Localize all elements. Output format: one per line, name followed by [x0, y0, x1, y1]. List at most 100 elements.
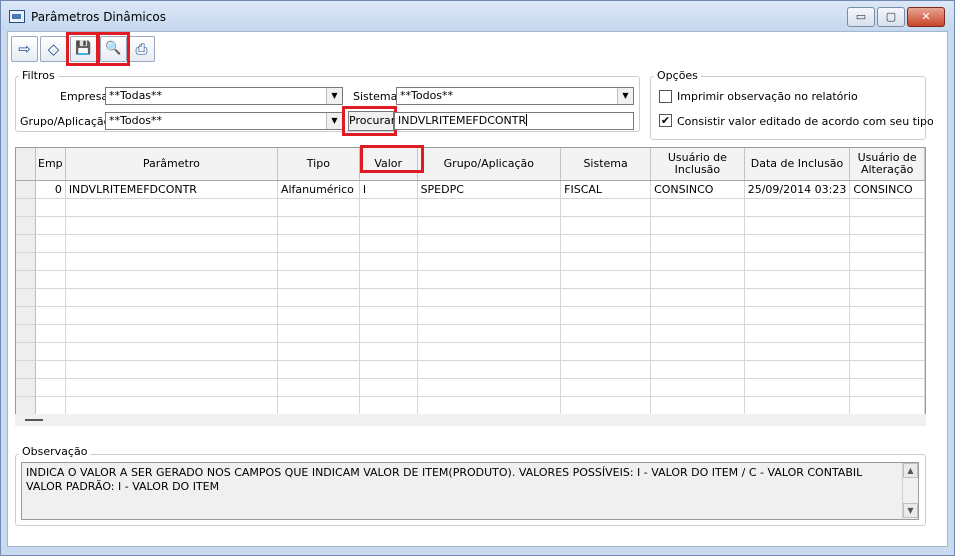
table-cell[interactable]	[359, 216, 418, 235]
chevron-down-icon[interactable]: ▼	[326, 113, 342, 129]
table-cell[interactable]: FISCAL	[560, 180, 652, 199]
save-button[interactable]: 💾	[70, 36, 97, 62]
table-cell[interactable]	[744, 342, 851, 361]
column-header-par-metro[interactable]: Parâmetro	[65, 148, 278, 181]
close-button[interactable]: ✕	[907, 7, 945, 27]
table-cell[interactable]	[35, 396, 66, 415]
table-cell[interactable]	[277, 324, 360, 343]
table-cell[interactable]	[417, 342, 562, 361]
title-bar[interactable]: Parâmetros Dinâmicos ▭ ▢ ✕	[1, 1, 954, 31]
procurar-button[interactable]: Procurar	[348, 111, 395, 131]
row-indicator[interactable]	[16, 234, 36, 253]
table-cell[interactable]	[277, 342, 360, 361]
table-cell[interactable]	[744, 270, 851, 289]
table-cell[interactable]	[359, 252, 418, 271]
table-cell[interactable]	[65, 324, 278, 343]
table-cell[interactable]	[417, 216, 562, 235]
table-cell[interactable]: I	[359, 180, 418, 199]
table-cell[interactable]	[560, 198, 652, 217]
table-cell[interactable]	[744, 360, 851, 379]
table-cell[interactable]	[417, 360, 562, 379]
table-cell[interactable]	[560, 216, 652, 235]
table-cell[interactable]	[560, 252, 652, 271]
table-cell[interactable]	[65, 288, 278, 307]
table-cell[interactable]	[277, 360, 360, 379]
table-cell[interactable]	[65, 342, 278, 361]
table-cell[interactable]: 0	[35, 180, 66, 199]
scroll-thumb[interactable]	[25, 419, 43, 421]
table-cell[interactable]	[650, 198, 745, 217]
table-cell[interactable]	[35, 378, 66, 397]
table-cell[interactable]	[417, 270, 562, 289]
table-row[interactable]	[16, 288, 925, 307]
exit-button[interactable]: ⇨	[11, 36, 38, 62]
table-cell[interactable]	[560, 306, 652, 325]
scroll-down-icon[interactable]: ▼	[903, 503, 918, 518]
table-row[interactable]	[16, 252, 925, 271]
parameters-grid[interactable]: Emp Parâmetro Tipo Valor Grupo/Aplicação Sist…	[15, 147, 926, 423]
clear-button[interactable]: ◇	[40, 36, 67, 62]
table-cell[interactable]	[849, 252, 925, 271]
table-cell[interactable]	[35, 234, 66, 253]
table-cell[interactable]	[359, 378, 418, 397]
row-indicator[interactable]	[16, 306, 36, 325]
row-indicator[interactable]	[16, 198, 36, 217]
table-row[interactable]	[16, 396, 925, 415]
table-cell[interactable]	[65, 270, 278, 289]
table-cell[interactable]	[849, 288, 925, 307]
table-cell[interactable]	[65, 216, 278, 235]
table-cell[interactable]	[849, 270, 925, 289]
row-indicator[interactable]	[16, 216, 36, 235]
table-cell[interactable]	[35, 288, 66, 307]
table-cell[interactable]	[744, 378, 851, 397]
row-indicator[interactable]	[16, 378, 36, 397]
table-cell[interactable]	[417, 252, 562, 271]
table-cell[interactable]	[35, 360, 66, 379]
table-cell[interactable]	[650, 378, 745, 397]
sistema-combo[interactable]: **Todos** ▼	[396, 87, 634, 105]
column-header-data-de-inclus-o[interactable]: Data de Inclusão	[744, 148, 851, 181]
table-cell[interactable]	[744, 396, 851, 415]
table-cell[interactable]	[417, 198, 562, 217]
table-cell[interactable]	[849, 234, 925, 253]
table-cell[interactable]: Alfanumérico	[277, 180, 360, 199]
table-cell[interactable]	[65, 234, 278, 253]
table-cell[interactable]: CONSINCO	[650, 180, 745, 199]
table-cell[interactable]	[849, 396, 925, 415]
table-cell[interactable]	[849, 342, 925, 361]
table-cell[interactable]	[417, 306, 562, 325]
table-cell[interactable]	[35, 306, 66, 325]
table-cell[interactable]	[650, 252, 745, 271]
table-cell[interactable]	[849, 198, 925, 217]
table-cell[interactable]	[359, 234, 418, 253]
table-cell[interactable]: CONSINCO	[849, 180, 925, 199]
table-cell[interactable]: INDVLRITEMEFDCONTR	[65, 180, 278, 199]
table-cell[interactable]	[849, 306, 925, 325]
table-row[interactable]: 0 INDVLRITEMEFDCONTR Alfanumérico I SPEDPC FI…	[16, 180, 925, 199]
table-cell[interactable]	[744, 324, 851, 343]
table-cell[interactable]	[35, 342, 66, 361]
table-cell[interactable]	[417, 288, 562, 307]
table-cell[interactable]	[650, 234, 745, 253]
grupo-combo[interactable]: **Todos** ▼	[105, 112, 343, 130]
consistir-checkbox[interactable]: ✔	[659, 114, 672, 127]
table-cell[interactable]	[849, 324, 925, 343]
table-cell[interactable]	[744, 252, 851, 271]
table-row[interactable]	[16, 378, 925, 397]
table-cell[interactable]	[359, 306, 418, 325]
chevron-down-icon[interactable]: ▼	[617, 88, 633, 104]
row-indicator[interactable]	[16, 180, 36, 199]
table-cell[interactable]	[560, 396, 652, 415]
table-cell[interactable]	[35, 270, 66, 289]
row-indicator[interactable]	[16, 360, 36, 379]
row-indicator[interactable]	[16, 342, 36, 361]
table-row[interactable]	[16, 198, 925, 217]
table-cell[interactable]	[744, 198, 851, 217]
table-cell[interactable]	[277, 216, 360, 235]
table-cell[interactable]	[849, 378, 925, 397]
table-cell[interactable]	[65, 198, 278, 217]
row-indicator[interactable]	[16, 324, 36, 343]
table-cell[interactable]	[35, 324, 66, 343]
table-row[interactable]	[16, 324, 925, 343]
table-cell[interactable]	[359, 198, 418, 217]
